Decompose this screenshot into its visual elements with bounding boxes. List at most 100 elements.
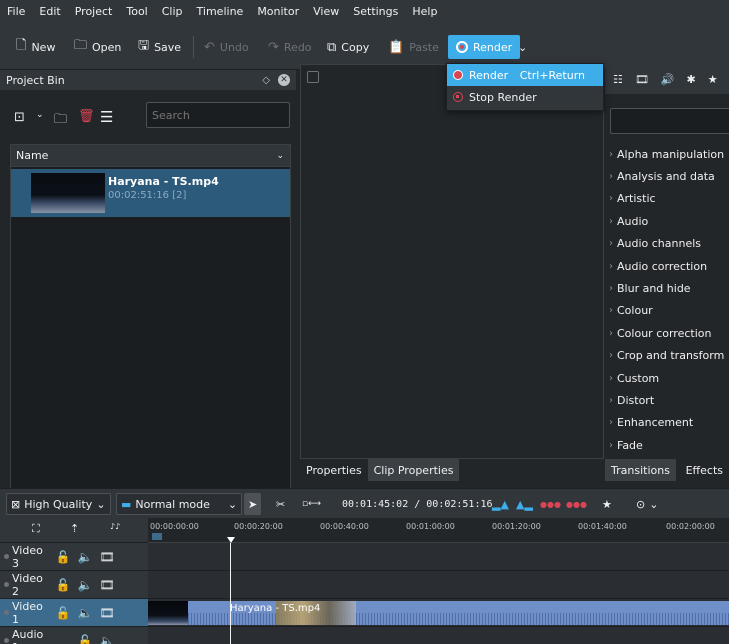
speaker-icon[interactable]: 🔈	[74, 606, 96, 620]
favorite-star-icon[interactable]: ★	[602, 493, 612, 515]
film-icon[interactable]: 🎞	[96, 550, 118, 564]
film-icon[interactable]: 🎞	[96, 578, 118, 592]
spacer-tool-button[interactable]: ▫⟷	[302, 493, 321, 515]
lock-icon[interactable]: 🔓	[52, 550, 74, 564]
hamburger-menu-icon[interactable]: ☰	[100, 108, 113, 126]
track-header[interactable]: Audio 1 🔓 🔈	[0, 627, 148, 644]
speaker-icon[interactable]: 🔈	[74, 578, 96, 592]
effect-category[interactable]: › Blur and hide	[609, 277, 729, 299]
menu-tool[interactable]: Tool	[119, 5, 154, 18]
effect-category[interactable]: › Crop and transform	[609, 345, 729, 367]
effect-category[interactable]: › Fade	[609, 434, 729, 456]
record-icon[interactable]: ⊙ ⌄	[636, 493, 658, 515]
menu-project[interactable]: Project	[68, 5, 120, 18]
track-lane[interactable]	[148, 627, 729, 644]
tab-properties[interactable]: Properties	[300, 459, 368, 481]
bin-clip-item[interactable]: Haryana - TS.mp4 00:02:51:16 [2]	[11, 169, 290, 217]
effect-category[interactable]: › Audio	[609, 210, 729, 232]
float-panel-icon[interactable]: ◇	[262, 75, 270, 86]
menu-help[interactable]: Help	[405, 5, 444, 18]
video-effects-icon[interactable]: 🎞	[635, 73, 649, 86]
monitor-checkbox[interactable]	[307, 71, 319, 83]
lock-icon[interactable]: 🔓	[74, 634, 96, 644]
menu-timeline[interactable]: Timeline	[190, 5, 251, 18]
save-button[interactable]: 🖫 Save	[138, 35, 181, 59]
effect-category[interactable]: › Audio channels	[609, 233, 729, 255]
track-lane[interactable]: Haryana - TS.mp4	[148, 599, 729, 627]
effect-category[interactable]: › Custom	[609, 367, 729, 389]
track-header[interactable]: Video 1 🔓 🔈 🎞	[0, 599, 148, 627]
redo-button[interactable]: ↷ Redo	[268, 35, 312, 59]
film-icon[interactable]: 🎞	[96, 606, 118, 620]
add-clip-icon[interactable]: ⊡	[14, 110, 25, 125]
menu-edit[interactable]: Edit	[32, 5, 67, 18]
timeline-ruler[interactable]: 00:00:00:00 00:00:20:00 00:00:40:00 00:0…	[148, 518, 729, 543]
track-video-3: Video 3 🔓 🔈 🎞	[0, 543, 729, 571]
render-button[interactable]: Render	[448, 35, 521, 59]
audio-thumb-icon[interactable]: ♪♪	[110, 522, 120, 531]
track-header[interactable]: Video 3 🔓 🔈 🎞	[0, 543, 148, 571]
delete-icon[interactable]: 🗑	[78, 109, 95, 124]
extract-icon[interactable]: ●●●	[540, 493, 561, 515]
timeline-toolbar: ⊠ High Quality ⌄ ▬ Normal mode ⌄ ➤ ✂ ▫⟷ …	[0, 488, 729, 518]
lock-icon[interactable]: 🔓	[52, 606, 74, 620]
render-dropdown-button[interactable]: ⌄	[518, 35, 527, 59]
overwrite-clip-icon[interactable]: ▲▂	[516, 493, 533, 515]
lock-icon[interactable]: 🔓	[52, 578, 74, 592]
track-header[interactable]: Video 2 🔓 🔈 🎞	[0, 571, 148, 599]
bin-search-input[interactable]	[146, 102, 290, 128]
new-button[interactable]: 🗋 New	[16, 35, 55, 59]
track-lane[interactable]	[148, 571, 729, 599]
speaker-icon[interactable]: 🔈	[74, 550, 96, 564]
stop-render-menu-item[interactable]: Stop Render	[447, 86, 603, 108]
effect-category[interactable]: › Audio correction	[609, 255, 729, 277]
chevron-right-icon: ›	[609, 193, 613, 205]
bin-list-header[interactable]: Name ⌄	[11, 145, 290, 167]
menu-view[interactable]: View	[306, 5, 346, 18]
fit-zoom-icon[interactable]: ⛶	[32, 522, 40, 536]
menu-clip[interactable]: Clip	[155, 5, 190, 18]
render-menu-item[interactable]: Render Ctrl+Return	[447, 64, 603, 86]
favorites-icon[interactable]: ★	[708, 73, 718, 86]
selection-tool-button[interactable]: ➤	[244, 493, 262, 515]
timeline-clip[interactable]: Haryana - TS.mp4	[148, 601, 729, 625]
custom-effects-icon[interactable]: ✱	[687, 73, 696, 86]
chevron-right-icon: ›	[609, 372, 613, 384]
close-icon[interactable]: ✕	[278, 74, 290, 86]
menu-settings[interactable]: Settings	[346, 5, 405, 18]
render-shortcut: Ctrl+Return	[519, 68, 585, 82]
effect-category[interactable]: › Distort	[609, 389, 729, 411]
edit-mode-select[interactable]: ▬ Normal mode ⌄	[116, 493, 243, 515]
audio-effects-icon[interactable]: 🔊	[661, 73, 675, 86]
chevron-down-icon[interactable]: ⌄	[36, 110, 44, 120]
new-folder-icon[interactable]: 🗀	[54, 110, 67, 132]
effect-category[interactable]: › Colour correction	[609, 322, 729, 344]
effect-category[interactable]: › Analysis and data	[609, 165, 729, 187]
effect-category[interactable]: › Alpha manipulation	[609, 143, 729, 165]
tab-effects[interactable]: Effects	[680, 459, 729, 481]
track-lane[interactable]	[148, 543, 729, 571]
paste-button[interactable]: 📋 Paste	[388, 35, 439, 59]
zone-marker[interactable]	[152, 533, 162, 540]
effect-category[interactable]: › Enhancement	[609, 412, 729, 434]
tab-transitions[interactable]: Transitions	[605, 459, 676, 481]
list-view-icon[interactable]: ☷	[613, 73, 623, 86]
menu-file[interactable]: File	[0, 5, 32, 18]
clip-thumbnail	[148, 601, 188, 625]
tab-clip-properties[interactable]: Clip Properties	[367, 459, 460, 481]
effect-category[interactable]: › Colour	[609, 300, 729, 322]
copy-button[interactable]: ⧉ Copy	[327, 35, 369, 59]
speaker-icon[interactable]: 🔈	[96, 634, 118, 644]
undo-button[interactable]: ↶ Undo	[204, 35, 249, 59]
effects-search-input[interactable]	[610, 108, 729, 134]
razor-tool-button[interactable]: ✂	[276, 493, 285, 515]
expand-tracks-icon[interactable]: ⇡	[70, 522, 79, 535]
insert-clip-icon[interactable]: ▂▲	[492, 493, 509, 515]
effect-category[interactable]: › Artistic	[609, 188, 729, 210]
playhead-line[interactable]	[230, 543, 231, 644]
menu-monitor[interactable]: Monitor	[250, 5, 306, 18]
clip-thumbnail	[31, 173, 105, 213]
quality-select[interactable]: ⊠ High Quality ⌄	[6, 493, 111, 515]
open-button[interactable]: 🗀 Open	[74, 35, 121, 59]
lift-icon[interactable]: ●●●	[566, 493, 587, 515]
